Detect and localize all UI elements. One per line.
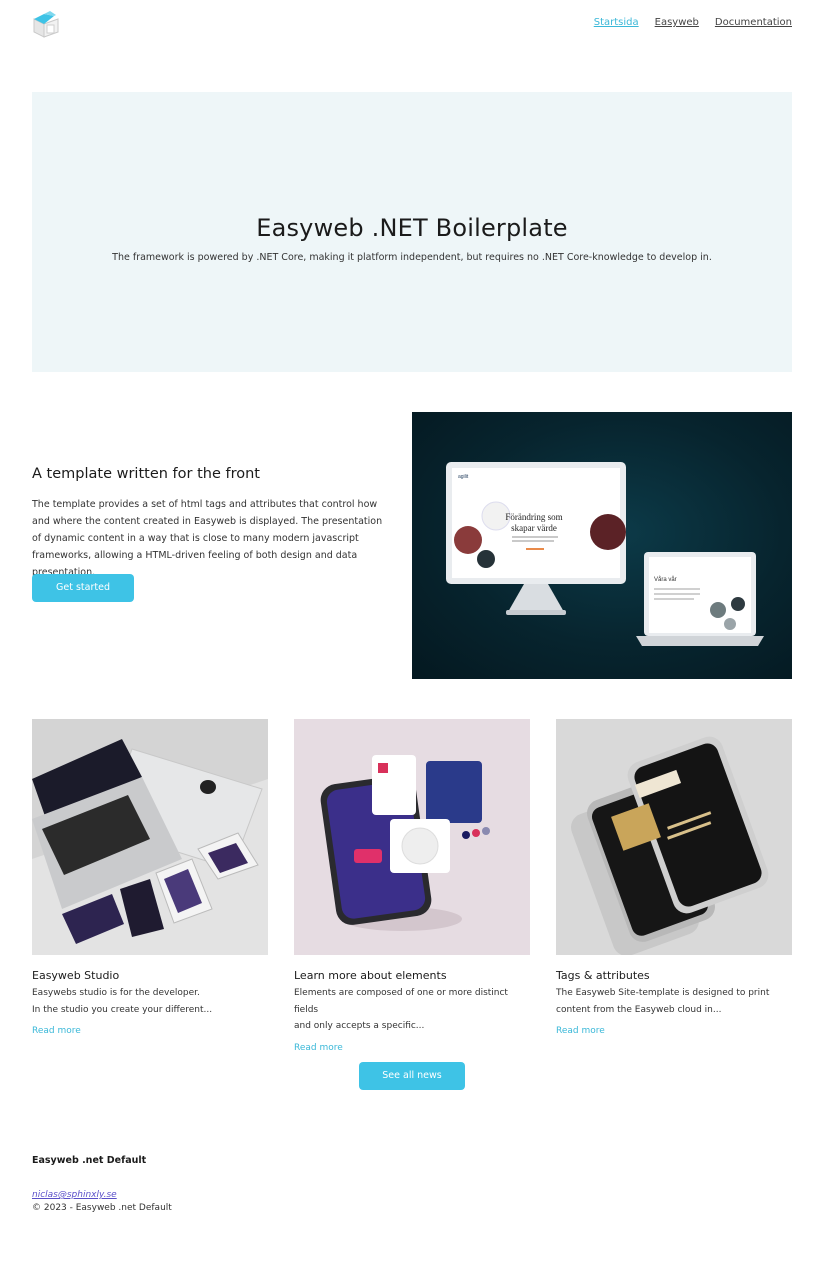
news-card-tags: Tags & attributes The Easyweb Site-templ…: [556, 719, 792, 1036]
news-card-elements: Learn more about elements Elements are c…: [294, 719, 530, 1053]
footer-brand: Easyweb .net Default: [32, 1155, 147, 1166]
footer-email-link[interactable]: niclas@sphinxly.se: [32, 1190, 532, 1200]
read-more-link[interactable]: Read more: [294, 1043, 530, 1053]
read-more-link[interactable]: Read more: [556, 1026, 792, 1036]
nav-link-startsida[interactable]: Startsida: [594, 17, 639, 28]
news-card-studio: Easyweb Studio Easywebs studio is for th…: [32, 719, 268, 1036]
card-excerpt: The Easyweb Site-template is designed to…: [556, 988, 770, 1015]
hero-banner: Easyweb .NET Boilerplate The framework i…: [32, 92, 792, 372]
card-title: Easyweb Studio: [32, 969, 120, 982]
desktop-headline-2: skapar värde: [511, 523, 557, 533]
card-image-laptop: [32, 719, 268, 955]
footer-copyright: © 2023 - Easyweb .net Default: [32, 1203, 172, 1213]
feature-title: A template written for the front: [32, 466, 260, 482]
see-all-news-button[interactable]: See all news: [359, 1062, 465, 1090]
nav-link-easyweb[interactable]: Easyweb: [655, 17, 699, 28]
card-image-phones-stack: [556, 719, 792, 955]
device-mockup-image: agilit Förändring som skapar värde Våra …: [412, 412, 792, 679]
feature-text-block: A template written for the front The tem…: [32, 466, 388, 581]
desktop-headline-1: Förändring som: [505, 512, 562, 522]
get-started-button[interactable]: Get started: [32, 574, 134, 602]
laptop-headline: Våra vår: [654, 576, 677, 583]
desktop-brand: agilit: [458, 474, 469, 480]
site-header: Startsida Easyweb Documentation: [0, 0, 829, 60]
card-image-phone-app: [294, 719, 530, 955]
read-more-link[interactable]: Read more: [32, 1026, 268, 1036]
hero-subtitle: The framework is powered by .NET Core, m…: [112, 251, 712, 263]
main-nav: Startsida Easyweb Documentation: [594, 17, 792, 28]
card-excerpt: Elements are composed of one or more dis…: [294, 988, 508, 1031]
nav-link-documentation[interactable]: Documentation: [715, 17, 792, 28]
hero-title: Easyweb .NET Boilerplate: [256, 213, 568, 242]
site-footer: Easyweb .net Default niclas@sphinxly.se …: [32, 1155, 532, 1213]
card-excerpt: Easywebs studio is for the developer. In …: [32, 988, 213, 1015]
card-title: Tags & attributes: [556, 969, 650, 982]
feature-body: The template provides a set of html tags…: [32, 499, 383, 578]
logo-icon[interactable]: [32, 10, 60, 40]
card-title: Learn more about elements: [294, 969, 447, 982]
